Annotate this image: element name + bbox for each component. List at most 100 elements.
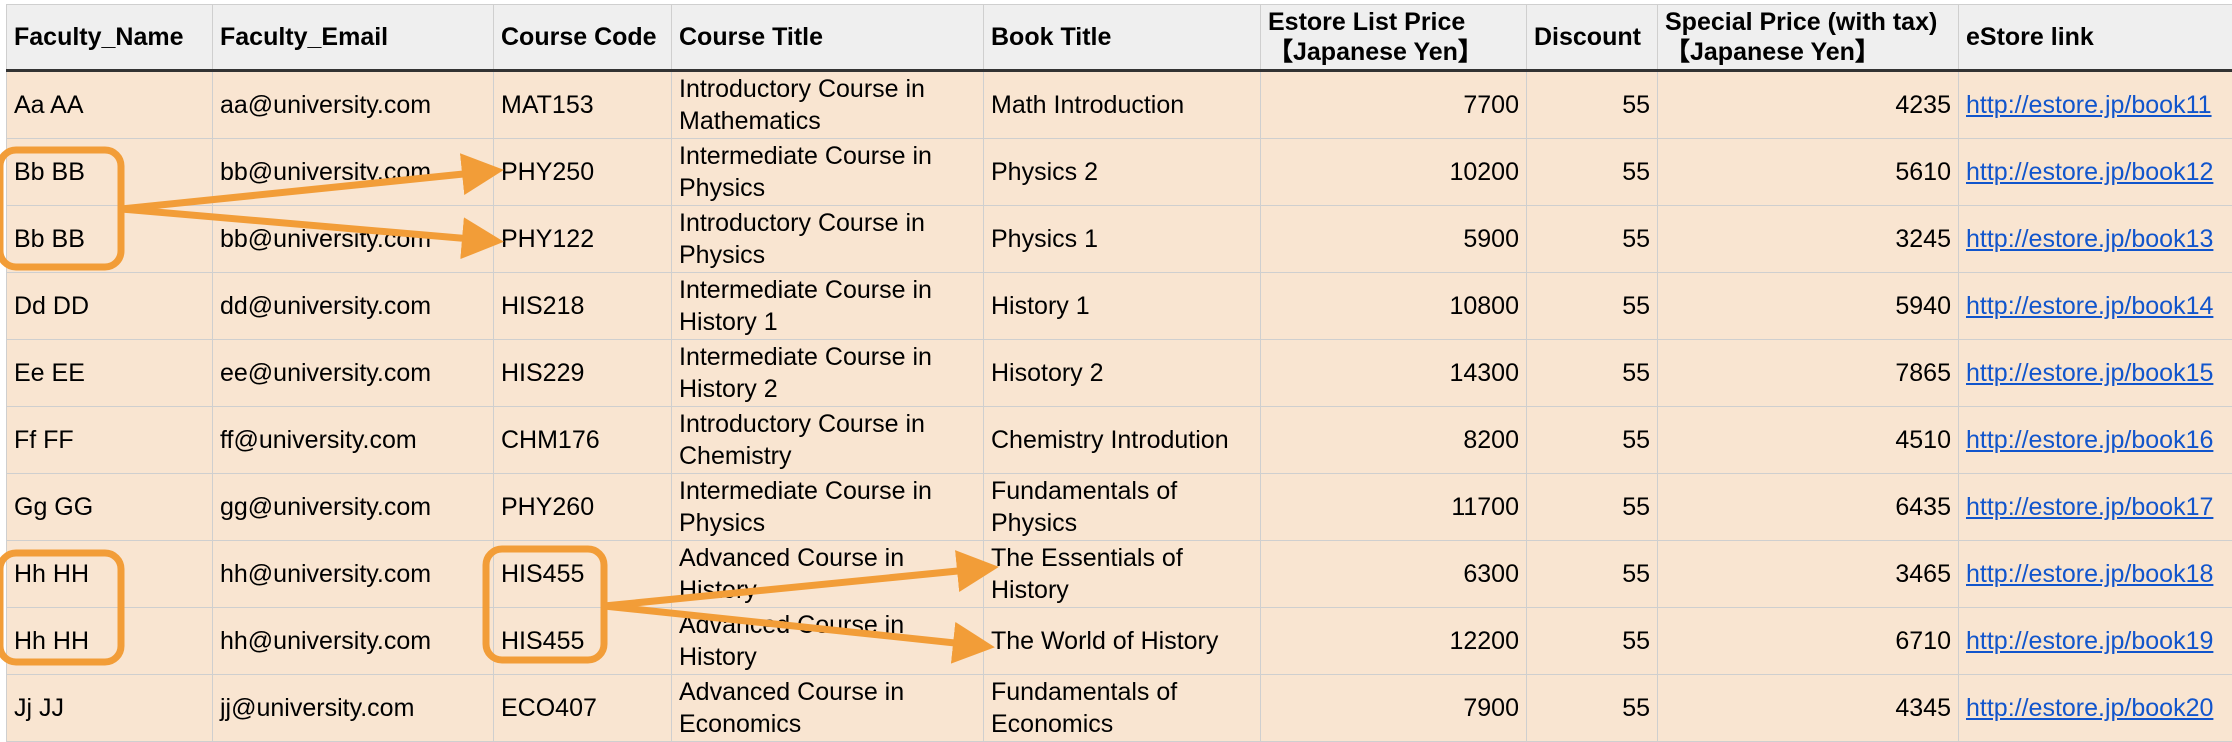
cell-faculty-email[interactable]: dd@university.com <box>213 273 494 340</box>
cell-course-title[interactable]: Intermediate Course in Physics <box>672 474 984 541</box>
column-header-discount[interactable]: Discount <box>1527 5 1658 71</box>
cell-course-title[interactable]: Intermediate Course in History 2 <box>672 340 984 407</box>
cell-course-code[interactable]: HIS218 <box>494 273 672 340</box>
cell-estore-link[interactable]: http://estore.jp/book15 <box>1959 340 2232 407</box>
cell-estore-link[interactable]: http://estore.jp/book11 <box>1959 71 2232 139</box>
cell-book-title[interactable]: The Essentials of History <box>984 541 1261 608</box>
estore-link[interactable]: http://estore.jp/book15 <box>1966 359 2213 387</box>
cell-faculty-email[interactable]: hh@university.com <box>213 608 494 675</box>
estore-link[interactable]: http://estore.jp/book17 <box>1966 493 2213 521</box>
cell-course-title[interactable]: Intermediate Course in History 1 <box>672 273 984 340</box>
cell-faculty-name[interactable]: Hh HH <box>7 608 213 675</box>
cell-special-price[interactable]: 7865 <box>1658 340 1959 407</box>
cell-estore-link[interactable]: http://estore.jp/book16 <box>1959 407 2232 474</box>
column-header-course-code[interactable]: Course Code <box>494 5 672 71</box>
cell-faculty-name[interactable]: Hh HH <box>7 541 213 608</box>
cell-special-price[interactable]: 4235 <box>1658 71 1959 139</box>
cell-course-code[interactable]: CHM176 <box>494 407 672 474</box>
cell-course-title[interactable]: Advanced Course in History <box>672 608 984 675</box>
table-row[interactable]: Aa AAaa@university.comMAT153Introductory… <box>7 71 2232 139</box>
cell-faculty-name[interactable]: Ee EE <box>7 340 213 407</box>
column-header-course-title[interactable]: Course Title <box>672 5 984 71</box>
cell-list-price[interactable]: 10200 <box>1261 139 1527 206</box>
table-row[interactable]: Ff FFff@university.comCHM176Introductory… <box>7 407 2232 474</box>
estore-link[interactable]: http://estore.jp/book11 <box>1966 91 2212 119</box>
cell-faculty-email[interactable]: jj@university.com <box>213 675 494 742</box>
estore-link[interactable]: http://estore.jp/book12 <box>1966 158 2213 186</box>
cell-discount[interactable]: 55 <box>1527 273 1658 340</box>
cell-estore-link[interactable]: http://estore.jp/book12 <box>1959 139 2232 206</box>
cell-book-title[interactable]: Fundamentals of Economics <box>984 675 1261 742</box>
cell-special-price[interactable]: 6710 <box>1658 608 1959 675</box>
cell-course-title[interactable]: Advanced Course in History <box>672 541 984 608</box>
cell-faculty-name[interactable]: Bb BB <box>7 139 213 206</box>
cell-special-price[interactable]: 4510 <box>1658 407 1959 474</box>
cell-faculty-email[interactable]: hh@university.com <box>213 541 494 608</box>
cell-discount[interactable]: 55 <box>1527 71 1658 139</box>
cell-special-price[interactable]: 5940 <box>1658 273 1959 340</box>
cell-course-title[interactable]: Introductory Course in Chemistry <box>672 407 984 474</box>
cell-course-code[interactable]: PHY250 <box>494 139 672 206</box>
column-header-faculty-email[interactable]: Faculty_Email <box>213 5 494 71</box>
cell-course-code[interactable]: HIS455 <box>494 541 672 608</box>
cell-list-price[interactable]: 8200 <box>1261 407 1527 474</box>
cell-discount[interactable]: 55 <box>1527 407 1658 474</box>
table-row[interactable]: Bb BBbb@university.comPHY250Intermediate… <box>7 139 2232 206</box>
cell-faculty-email[interactable]: ee@university.com <box>213 340 494 407</box>
cell-estore-link[interactable]: http://estore.jp/book14 <box>1959 273 2232 340</box>
cell-list-price[interactable]: 12200 <box>1261 608 1527 675</box>
cell-book-title[interactable]: Physics 2 <box>984 139 1261 206</box>
cell-faculty-email[interactable]: bb@university.com <box>213 206 494 273</box>
cell-list-price[interactable]: 14300 <box>1261 340 1527 407</box>
estore-link[interactable]: http://estore.jp/book18 <box>1966 560 2213 588</box>
cell-course-code[interactable]: PHY122 <box>494 206 672 273</box>
cell-faculty-email[interactable]: aa@university.com <box>213 71 494 139</box>
table-row[interactable]: Bb BBbb@university.comPHY122Introductory… <box>7 206 2232 273</box>
cell-special-price[interactable]: 4345 <box>1658 675 1959 742</box>
cell-course-code[interactable]: HIS229 <box>494 340 672 407</box>
cell-discount[interactable]: 55 <box>1527 139 1658 206</box>
cell-course-code[interactable]: MAT153 <box>494 71 672 139</box>
cell-faculty-name[interactable]: Jj JJ <box>7 675 213 742</box>
cell-book-title[interactable]: Chemistry Introdution <box>984 407 1261 474</box>
cell-faculty-name[interactable]: Gg GG <box>7 474 213 541</box>
table-row[interactable]: Ee EEee@university.comHIS229Intermediate… <box>7 340 2232 407</box>
cell-faculty-email[interactable]: gg@university.com <box>213 474 494 541</box>
cell-course-title[interactable]: Intermediate Course in Physics <box>672 139 984 206</box>
cell-special-price[interactable]: 3465 <box>1658 541 1959 608</box>
column-header-book-title[interactable]: Book Title <box>984 5 1261 71</box>
cell-special-price[interactable]: 5610 <box>1658 139 1959 206</box>
cell-faculty-name[interactable]: Dd DD <box>7 273 213 340</box>
estore-link[interactable]: http://estore.jp/book14 <box>1966 292 2213 320</box>
estore-link[interactable]: http://estore.jp/book19 <box>1966 627 2213 655</box>
cell-discount[interactable]: 55 <box>1527 474 1658 541</box>
cell-course-code[interactable]: PHY260 <box>494 474 672 541</box>
cell-list-price[interactable]: 10800 <box>1261 273 1527 340</box>
cell-discount[interactable]: 55 <box>1527 340 1658 407</box>
estore-link[interactable]: http://estore.jp/book13 <box>1966 225 2213 253</box>
cell-special-price[interactable]: 6435 <box>1658 474 1959 541</box>
cell-estore-link[interactable]: http://estore.jp/book20 <box>1959 675 2232 742</box>
cell-course-title[interactable]: Introductory Course in Physics <box>672 206 984 273</box>
cell-list-price[interactable]: 7700 <box>1261 71 1527 139</box>
cell-discount[interactable]: 55 <box>1527 206 1658 273</box>
cell-faculty-name[interactable]: Aa AA <box>7 71 213 139</box>
cell-faculty-email[interactable]: ff@university.com <box>213 407 494 474</box>
column-header-estore-link[interactable]: eStore link <box>1959 5 2232 71</box>
cell-book-title[interactable]: The World of History <box>984 608 1261 675</box>
column-header-faculty-name[interactable]: Faculty_Name <box>7 5 213 71</box>
cell-estore-link[interactable]: http://estore.jp/book17 <box>1959 474 2232 541</box>
table-row[interactable]: Dd DDdd@university.comHIS218Intermediate… <box>7 273 2232 340</box>
cell-book-title[interactable]: Math Introduction <box>984 71 1261 139</box>
cell-book-title[interactable]: Physics 1 <box>984 206 1261 273</box>
cell-course-code[interactable]: HIS455 <box>494 608 672 675</box>
cell-course-title[interactable]: Advanced Course in Economics <box>672 675 984 742</box>
cell-estore-link[interactable]: http://estore.jp/book13 <box>1959 206 2232 273</box>
cell-list-price[interactable]: 11700 <box>1261 474 1527 541</box>
cell-course-code[interactable]: ECO407 <box>494 675 672 742</box>
cell-discount[interactable]: 55 <box>1527 541 1658 608</box>
column-header-list-price[interactable]: Estore List Price 【Japanese Yen】 <box>1261 5 1527 71</box>
cell-faculty-name[interactable]: Bb BB <box>7 206 213 273</box>
cell-estore-link[interactable]: http://estore.jp/book19 <box>1959 608 2232 675</box>
column-header-special-price[interactable]: Special Price (with tax) 【Japanese Yen】 <box>1658 5 1959 71</box>
